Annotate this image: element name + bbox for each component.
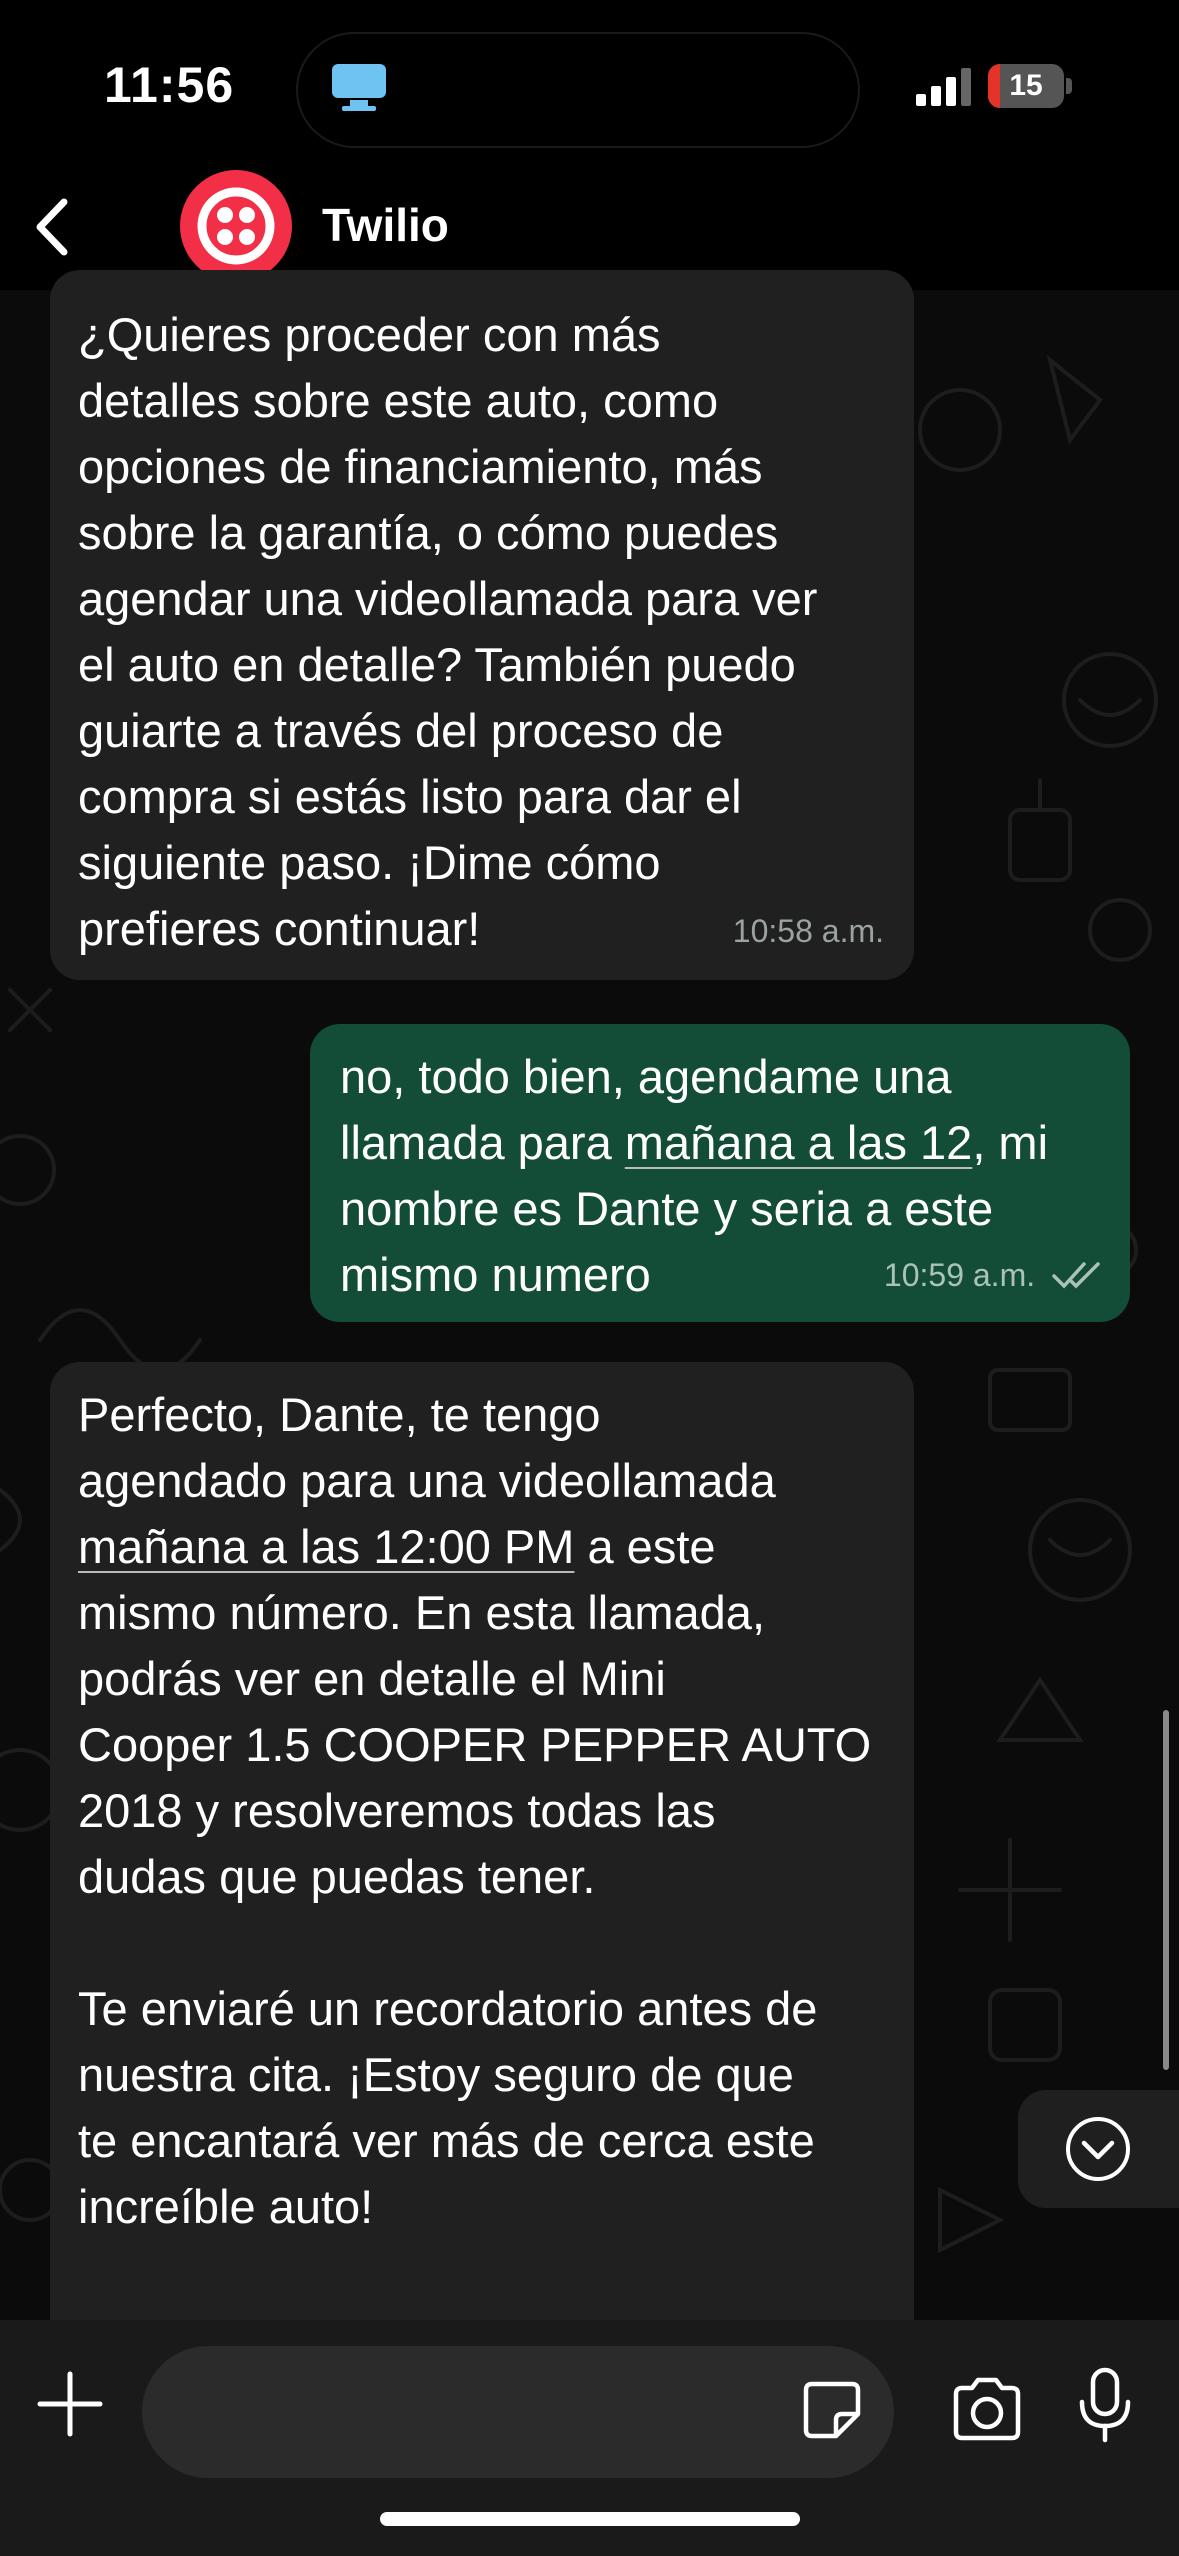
message-line: mañana a las 12:00 PM a este [78,1514,908,1580]
message-time: 10:59 a.m. [884,1242,1102,1308]
camera-icon[interactable] [950,2372,1024,2446]
status-time: 11:56 [104,57,235,113]
chevron-left-icon[interactable] [20,192,90,262]
scrollbar[interactable] [1163,1710,1169,2070]
message-time: 10:58 a.m. [732,913,884,949]
message-line: agendado para una videollamada [78,1454,776,1507]
home-indicator[interactable] [380,2512,800,2526]
read-receipt-icon [1052,1262,1100,1289]
cellular-signal-icon [916,68,971,106]
twilio-logo-icon [197,187,275,265]
battery-level: 15 [1009,69,1043,102]
message-line: no, todo bien, agendame una [340,1050,952,1103]
composer-bar [0,2320,1179,2556]
message-text: ¿Quieres proceder con más detalles sobre… [78,308,818,955]
chevron-down-circle-icon [1066,2117,1130,2181]
contact-name[interactable]: Twilio [322,198,449,252]
text-span: , mi [972,1116,1049,1169]
message-line: nombre es Dante y seria a este [340,1182,994,1235]
date-link[interactable]: mañana a las 12 [625,1116,973,1169]
text-span: llamada para [340,1116,625,1169]
message-input[interactable] [142,2346,894,2478]
microphone-icon[interactable] [1076,2366,1134,2446]
sticker-icon[interactable] [800,2378,864,2442]
message-paragraph: mismo número. En esta llamada, podrás ve… [78,1586,872,1903]
scroll-to-bottom-button[interactable] [1018,2090,1179,2208]
status-bar: 11:56 15 [0,0,1179,170]
incoming-message[interactable]: ¿Quieres proceder con más detalles sobre… [50,270,914,980]
battery-indicator: 15 [988,64,1072,108]
date-link[interactable]: mañana a las 12:00 PM [78,1520,574,1573]
message-text: Perfecto, Dante, te tengo agendado para … [78,1382,908,2320]
message-line: ¿Hay algo más en lo que pueda [78,2306,908,2320]
avatar[interactable] [180,170,292,282]
screen-mirroring-icon [332,64,386,111]
message-line: Perfecto, Dante, te tengo [78,1388,601,1441]
outgoing-message[interactable]: no, todo bien, agendame una llamada para… [310,1024,1130,1322]
plus-icon[interactable] [36,2370,104,2438]
incoming-message[interactable]: Perfecto, Dante, te tengo agendado para … [50,1362,914,2320]
time-text: 10:59 a.m. [883,1257,1036,1293]
message-line: llamada para mañana a las 12, mi [340,1110,1130,1176]
text-span: a este [574,1520,716,1573]
message-paragraph: Te enviaré un recordatorio antes de nues… [78,1982,818,2233]
